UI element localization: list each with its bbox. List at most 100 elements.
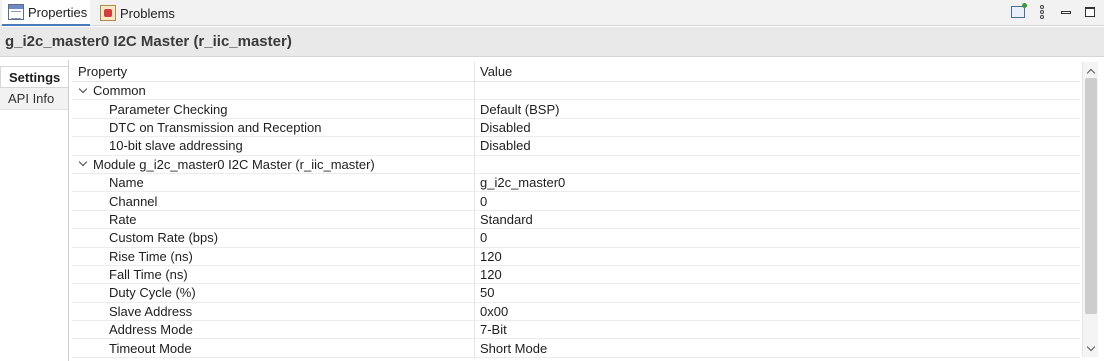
tab-problems[interactable]: Problems	[94, 0, 180, 26]
pin-view-button[interactable]	[1010, 3, 1027, 20]
property-row-duty-cycle[interactable]: Duty Cycle (%) 50	[72, 284, 1080, 303]
property-cell: Common	[72, 82, 475, 100]
property-row-rise-time[interactable]: Rise Time (ns) 120	[72, 247, 1080, 266]
side-tabs: Settings API Info	[0, 66, 68, 110]
value-cell[interactable]: 120	[475, 248, 1080, 265]
property-row-name[interactable]: Name g_i2c_master0	[72, 173, 1080, 193]
column-header-value[interactable]: Value	[475, 62, 1080, 81]
value-label: 7-Bit	[480, 322, 507, 338]
scroll-down-arrow-icon[interactable]	[1083, 341, 1099, 355]
property-row-rate[interactable]: Rate Standard	[72, 210, 1080, 230]
value-cell[interactable]: g_i2c_master0	[475, 174, 1080, 191]
properties-icon	[8, 4, 24, 20]
view-tab-bar: Properties Problems	[0, 0, 1104, 26]
scroll-up-arrow-icon[interactable]	[1083, 64, 1099, 78]
value-label: Default (BSP)	[480, 101, 560, 117]
value-cell[interactable]: 0	[475, 229, 1080, 246]
property-cell: Fall Time (ns)	[72, 265, 475, 284]
pin-view-icon	[1011, 3, 1027, 18]
property-row-address-mode[interactable]: Address Mode 7-Bit	[72, 321, 1080, 340]
minimize-button[interactable]	[1058, 4, 1074, 20]
value-cell	[475, 156, 1080, 173]
value-label: g_i2c_master0	[480, 175, 566, 191]
value-cell[interactable]: Standard	[475, 211, 1080, 228]
value-label: Short Mode	[480, 340, 548, 356]
vertical-scrollbar[interactable]	[1082, 62, 1098, 357]
value-label: 120	[480, 248, 502, 264]
chevron-down-icon[interactable]	[78, 86, 88, 96]
sidetab-api-info[interactable]: API Info	[0, 88, 68, 110]
view-menu-button[interactable]	[1034, 4, 1050, 20]
property-label: Timeout Mode	[109, 340, 192, 356]
value-label: Standard	[480, 211, 533, 227]
property-cell: Channel	[72, 192, 475, 210]
value-cell[interactable]: Disabled	[475, 119, 1080, 136]
property-row-fall-time[interactable]: Fall Time (ns) 120	[72, 265, 1080, 285]
property-label: Duty Cycle (%)	[109, 285, 196, 301]
value-label: 120	[480, 267, 502, 283]
minimize-icon	[1061, 10, 1071, 14]
property-label: Rise Time (ns)	[109, 248, 193, 264]
property-row-parameter-checking[interactable]: Parameter Checking Default (BSP)	[72, 100, 1080, 119]
property-row-custom-rate[interactable]: Custom Rate (bps) 0	[72, 229, 1080, 248]
value-cell[interactable]: 120	[475, 266, 1080, 283]
grid-header: Property Value	[72, 62, 1080, 82]
property-label: DTC on Transmission and Reception	[109, 119, 322, 135]
property-grid: Property Value Common Parameter Checking…	[72, 62, 1080, 358]
tab-properties[interactable]: Properties	[2, 0, 90, 26]
property-label: Module g_i2c_master0 I2C Master (r_iic_m…	[93, 156, 375, 172]
side-divider	[68, 60, 69, 361]
scrollbar-thumb[interactable]	[1085, 78, 1097, 314]
value-cell[interactable]: Default (BSP)	[475, 100, 1080, 117]
property-cell: Custom Rate (bps)	[72, 229, 475, 247]
property-row-dtc[interactable]: DTC on Transmission and Reception Disabl…	[72, 118, 1080, 138]
value-label: 50	[480, 285, 495, 301]
property-label: Common	[93, 83, 146, 99]
properties-title-bar: g_i2c_master0 I2C Master (r_iic_master)	[0, 27, 1104, 57]
property-row-slave-address[interactable]: Slave Address 0x00	[72, 302, 1080, 322]
value-cell[interactable]: 0x00	[475, 303, 1080, 320]
property-cell: Timeout Mode	[72, 339, 475, 357]
property-label: 10-bit slave addressing	[109, 138, 243, 154]
value-cell[interactable]: Short Mode	[475, 339, 1080, 356]
property-label: Parameter Checking	[109, 101, 228, 117]
value-cell[interactable]: 7-Bit	[475, 321, 1080, 338]
property-row-channel[interactable]: Channel 0	[72, 192, 1080, 211]
property-cell: Rise Time (ns)	[72, 247, 475, 265]
property-cell: Duty Cycle (%)	[72, 284, 475, 302]
value-cell[interactable]: 0	[475, 192, 1080, 209]
property-cell: DTC on Transmission and Reception	[72, 118, 475, 137]
value-label: 0x00	[480, 303, 509, 319]
column-header-property-label: Property	[78, 64, 128, 79]
column-header-property[interactable]: Property	[72, 62, 475, 81]
column-header-value-label: Value	[480, 64, 513, 79]
sidetab-api-info-label: API Info	[8, 91, 55, 106]
sidetab-settings-label: Settings	[9, 69, 61, 85]
sidetab-settings[interactable]: Settings	[0, 66, 68, 88]
group-row-module[interactable]: Module g_i2c_master0 I2C Master (r_iic_m…	[72, 155, 1080, 174]
problems-icon	[100, 5, 116, 21]
value-cell[interactable]: 50	[475, 284, 1080, 301]
value-label: 0	[480, 230, 488, 246]
maximize-button[interactable]	[1082, 4, 1098, 20]
property-cell: Address Mode	[72, 321, 475, 339]
maximize-icon	[1085, 7, 1095, 17]
property-label: Custom Rate (bps)	[109, 230, 219, 246]
property-row-10bit-addressing[interactable]: 10-bit slave addressing Disabled	[72, 137, 1080, 156]
value-label: Disabled	[480, 138, 531, 154]
property-cell: Parameter Checking	[72, 100, 475, 118]
value-label: 0	[480, 193, 488, 209]
property-label: Name	[109, 175, 144, 191]
property-label: Rate	[109, 211, 137, 227]
property-label: Slave Address	[109, 303, 193, 319]
property-cell: Rate	[72, 210, 475, 229]
property-cell: Name	[72, 173, 475, 192]
property-cell: Module g_i2c_master0 I2C Master (r_iic_m…	[72, 155, 475, 173]
value-cell	[475, 82, 1080, 99]
value-cell[interactable]: Disabled	[475, 137, 1080, 154]
property-row-timeout-mode[interactable]: Timeout Mode Short Mode	[72, 339, 1080, 358]
page-title: g_i2c_master0 I2C Master (r_iic_master)	[5, 33, 292, 50]
chevron-down-icon[interactable]	[78, 159, 88, 169]
group-row-common[interactable]: Common	[72, 82, 1080, 101]
property-label: Fall Time (ns)	[109, 267, 188, 283]
